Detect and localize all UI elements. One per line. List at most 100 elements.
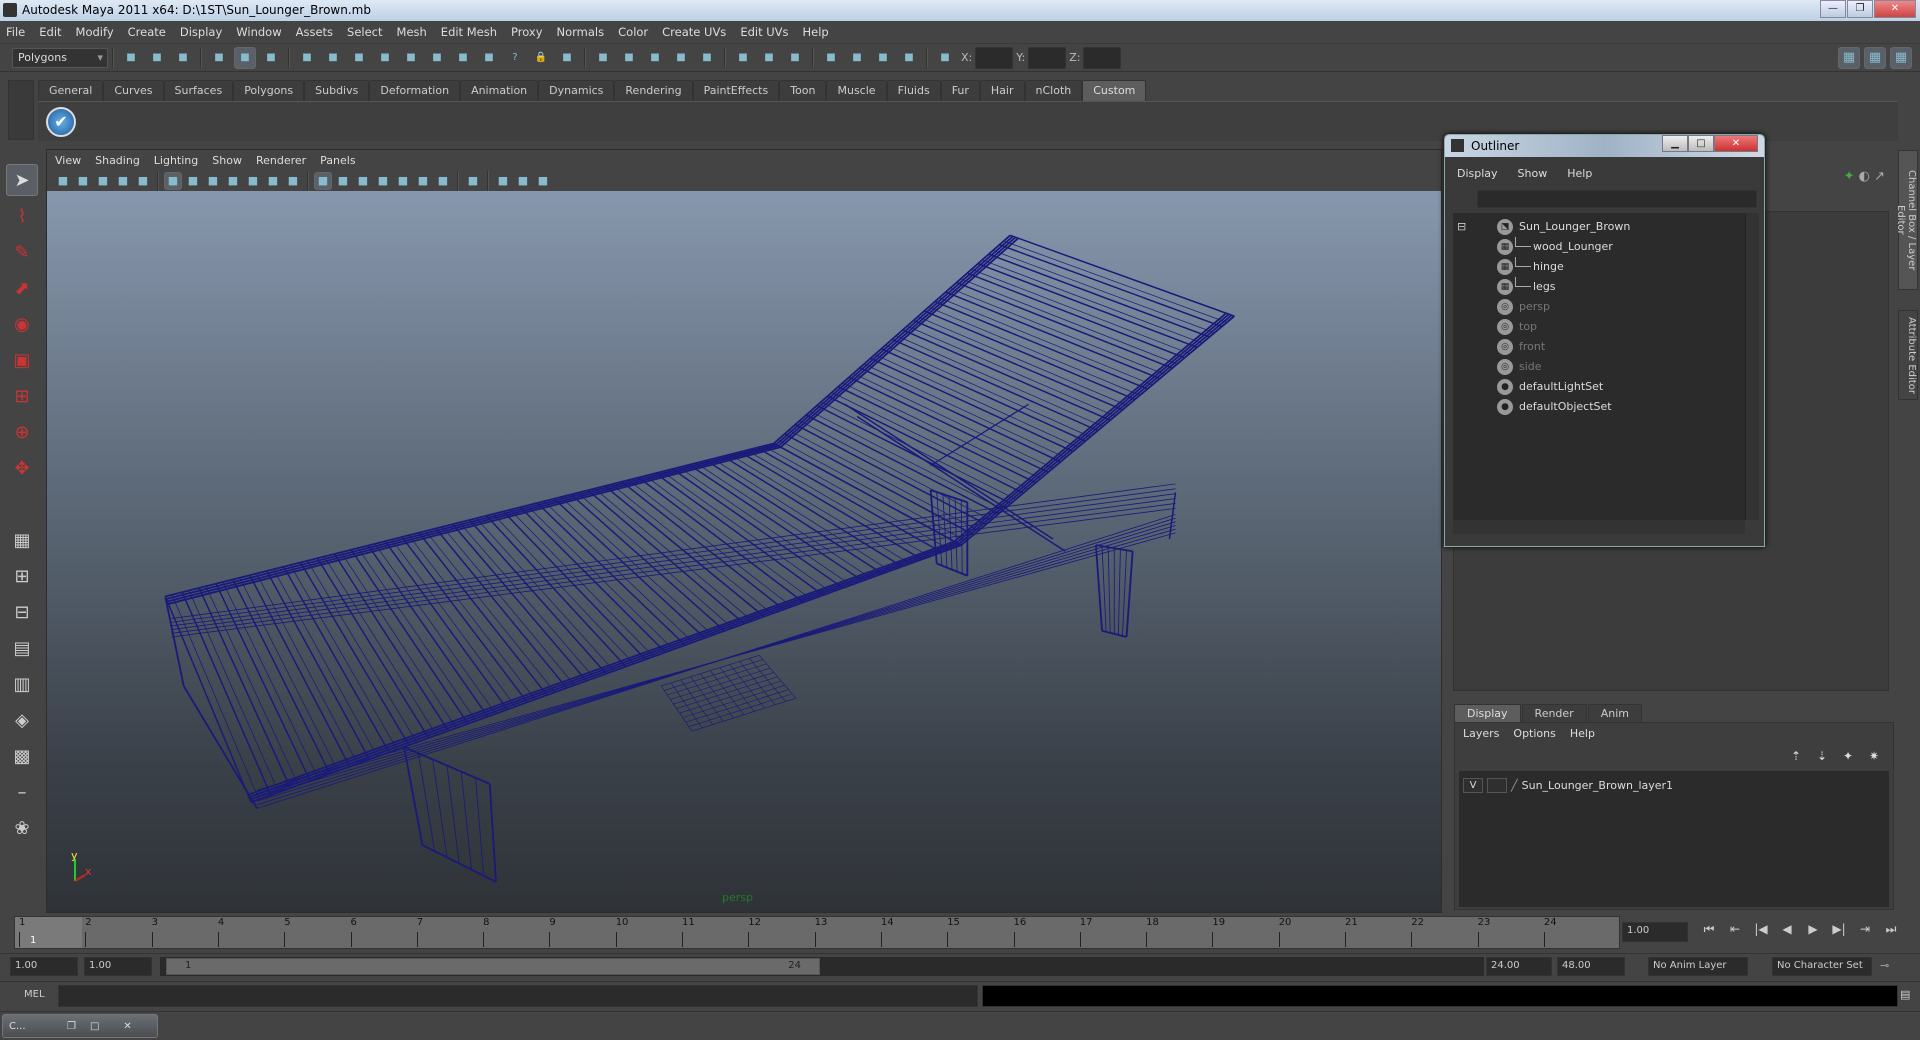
menu-create-uvs[interactable]: Create UVs [662,25,726,39]
move-layer-up-icon[interactable]: ⇡ [1785,749,1807,767]
snap-point-icon[interactable]: ■ [374,47,396,69]
snap-particle-icon[interactable]: ■ [478,47,500,69]
scale-tool-icon[interactable]: ▣ [6,344,38,376]
outliner-item[interactable]: ⊟ ⬔ Sun_Lounger_Brown [1453,217,1745,237]
step-back-key-icon[interactable]: ⇤ [1722,922,1748,942]
shelf-menu-button[interactable] [8,80,34,140]
paint-select-icon[interactable]: ✎ [6,236,38,268]
restore-icon[interactable]: ❐ [67,1021,76,1032]
outliner-item[interactable]: ● defaultLightSet [1453,377,1745,397]
layer-menu-help[interactable]: Help [1570,727,1595,740]
render-view-icon[interactable]: ■ [820,47,842,69]
shelf-tab-fur[interactable]: Fur [940,80,980,101]
arrow-icon[interactable]: ↗ [1874,169,1885,184]
shelf-tab-deformation[interactable]: Deformation [369,80,461,101]
minimized-window[interactable]: C... ❐ □ ✕ [2,1014,158,1038]
anim-end-field[interactable]: 48.00 [1557,957,1625,976]
two-pane-icon[interactable]: ⊟ [6,596,38,628]
outliner-item[interactable]: ▦ legs [1453,277,1745,297]
shelf-tab-hair[interactable]: Hair [979,80,1025,101]
outliner-titlebar[interactable]: Outliner ▁ □ ✕ [1445,135,1764,157]
joint-xray-icon[interactable]: ■ [534,172,552,190]
step-forward-icon[interactable]: ▶| [1826,922,1852,942]
attribute-editor-toggle-icon[interactable]: ▦ [1864,46,1886,69]
checkmark-icon[interactable]: ✔ [46,107,76,137]
menu-edit-mesh[interactable]: Edit Mesh [441,25,497,39]
end-time-field[interactable]: 24.00 [1486,957,1552,976]
show-manipulator-icon[interactable]: ✥ [6,452,38,484]
menu-file[interactable]: File [6,25,25,39]
lasso-tool-icon[interactable]: ⌇ [6,200,38,232]
single-pane-icon[interactable]: ▦ [6,524,38,556]
wireframe-icon[interactable]: ■ [314,171,332,190]
new-layer-icon[interactable]: ✦ [1837,749,1859,767]
rotate-tool-icon[interactable]: ◉ [6,308,38,340]
construction-history-icon[interactable]: ■ [592,47,614,69]
all-lights-icon[interactable]: ■ [414,172,432,190]
shaded-wire-icon[interactable]: ■ [354,172,372,190]
film-gate-icon[interactable]: ■ [184,172,202,190]
layer-menu-options[interactable]: Options [1513,727,1555,740]
select-by-hierarchy-icon[interactable]: ■ [208,47,230,69]
step-forward-key-icon[interactable]: ⇥ [1852,922,1878,942]
manipulator-icon[interactable]: ⊞ [6,380,38,412]
hypershade-icon[interactable]: ◈ [6,704,38,736]
maximize-icon[interactable]: □ [90,1021,99,1032]
layer-color-swatch[interactable]: ╱ [1511,779,1518,792]
isolate-icon[interactable]: ■ [494,172,512,190]
use-lights-icon[interactable]: ■ [434,172,452,190]
menu-mesh[interactable]: Mesh [397,25,427,39]
range-slider[interactable]: 1 24 [166,958,820,975]
smooth-shade-icon[interactable]: ■ [334,172,352,190]
play-forward-icon[interactable]: ▶ [1800,922,1826,942]
select-tool-icon[interactable]: ➤ [6,164,38,196]
maximize-button[interactable]: ❐ [1847,0,1873,18]
channel-box-toggle-icon[interactable]: ▦ [1838,46,1860,69]
layer-tab-display[interactable]: Display [1454,704,1521,723]
mel-label[interactable]: MEL [24,989,45,1000]
ipr-render-icon[interactable]: ■ [872,47,894,69]
snap-vertex-icon[interactable]: ■ [452,47,474,69]
outliner-maximize-button[interactable]: □ [1688,135,1714,152]
camera-track-icon[interactable]: ■ [134,172,152,190]
field-chart-icon[interactable]: ■ [244,172,262,190]
start-time-field[interactable]: 1.00 [10,957,78,976]
select-by-object-icon[interactable]: ■ [234,46,256,69]
shelf-tab-ncloth[interactable]: nCloth [1024,80,1083,101]
new-scene-icon[interactable]: ■ [120,47,142,69]
menu-normals[interactable]: Normals [557,25,605,39]
menu-select[interactable]: Select [347,25,382,39]
layer-menu-layers[interactable]: Layers [1463,727,1499,740]
shelf-tab-fluids[interactable]: Fluids [886,80,941,101]
layout-icon[interactable]: ▩ [6,740,38,772]
camera-icon[interactable]: ■ [54,172,72,190]
y-input[interactable] [1028,46,1067,69]
menu-edit[interactable]: Edit [39,25,61,39]
resolution-gate-icon[interactable]: ■ [204,172,222,190]
magnet-grid-icon[interactable]: ■ [618,47,640,69]
persp-graph-icon[interactable]: ▥ [6,668,38,700]
outliner-item[interactable]: ▦ wood_Lounger [1453,237,1745,257]
viewport-menu-panels[interactable]: Panels [320,154,355,167]
outliner-item[interactable]: ◎ top [1453,317,1745,337]
minimize-icon[interactable]: – [6,776,38,808]
grid-icon[interactable]: ■ [164,171,182,190]
shelf-tab-subdivs[interactable]: Subdivs [304,80,370,101]
shelf-tab-dynamics[interactable]: Dynamics [538,80,615,101]
tab-channel-box[interactable]: Channel Box / Layer Editor [1895,150,1918,290]
textured-icon[interactable]: ■ [374,172,392,190]
input-ops-icon[interactable]: ■ [732,47,754,69]
menu-color[interactable]: Color [618,25,648,39]
select-camera-icon[interactable]: ■ [464,172,482,190]
shelf-tab-custom[interactable]: Custom [1082,80,1147,101]
gate-mask-icon[interactable]: ■ [224,172,242,190]
shelf-tab-rendering[interactable]: Rendering [614,80,693,101]
step-back-icon[interactable]: |◀ [1748,922,1774,942]
current-time-field[interactable]: 1.00 [1622,922,1688,942]
filter-icon[interactable]: ■ [296,47,318,69]
outliner-item[interactable]: ◎ side [1453,357,1745,377]
menu-window[interactable]: Window [236,25,281,39]
z-input[interactable] [1083,46,1122,69]
magnet-point-icon[interactable]: ■ [670,47,692,69]
menu-create[interactable]: Create [128,25,166,39]
